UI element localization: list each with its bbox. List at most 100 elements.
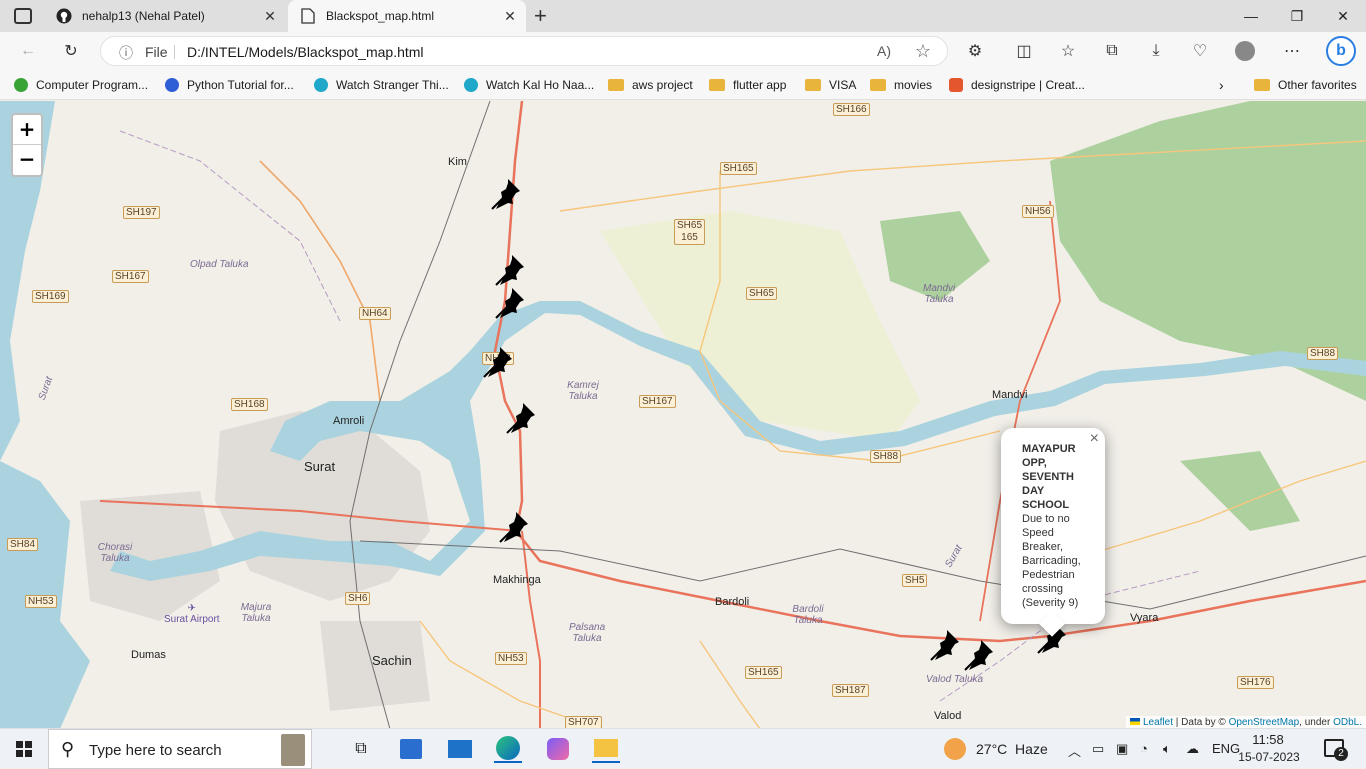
tab-title: Blackspot_map.html bbox=[326, 9, 435, 23]
more-menu-icon[interactable]: ⋯ bbox=[1281, 40, 1303, 62]
favorite-item[interactable]: Watch Kal Ho Naa... bbox=[464, 76, 594, 94]
road-shield: NH64 bbox=[359, 307, 391, 320]
airport-icon: ✈ bbox=[187, 603, 196, 614]
popup-close-button[interactable]: × bbox=[1090, 431, 1099, 447]
road-shield: SH167 bbox=[112, 270, 149, 283]
tab-actions-icon[interactable] bbox=[14, 8, 32, 24]
volume-icon[interactable]: 🔈︎ bbox=[1163, 741, 1171, 757]
store-icon[interactable] bbox=[397, 735, 425, 763]
downloads-icon[interactable]: ⤓ bbox=[1145, 40, 1167, 62]
osm-link[interactable]: OpenStreetMap bbox=[1229, 717, 1300, 728]
cloud-icon[interactable]: ☁ bbox=[1186, 741, 1199, 757]
other-favorites[interactable]: Other favorites bbox=[1254, 76, 1357, 94]
leaflet-link[interactable]: Leaflet bbox=[1143, 717, 1173, 728]
pushpin-icon[interactable] bbox=[494, 284, 530, 320]
task-view-icon[interactable]: ⧉ bbox=[347, 735, 375, 763]
meet-icon[interactable]: ▣ bbox=[1116, 741, 1128, 757]
taluka-label: Kamrej Taluka bbox=[567, 380, 599, 402]
search-highlight-icon bbox=[281, 734, 305, 766]
read-aloud-icon[interactable]: A) bbox=[877, 43, 891, 59]
odbl-link[interactable]: ODbL. bbox=[1333, 717, 1362, 728]
close-tab-icon[interactable]: ✕ bbox=[502, 8, 518, 24]
favorite-item[interactable]: Computer Program... bbox=[14, 76, 148, 94]
restore-icon[interactable]: ❐ bbox=[1274, 0, 1320, 32]
pushpin-icon[interactable] bbox=[494, 251, 530, 287]
chevron-right-icon[interactable]: › bbox=[1219, 76, 1224, 94]
extensions-icon[interactable]: ⚙ bbox=[964, 40, 986, 62]
pushpin-icon[interactable] bbox=[490, 175, 526, 211]
favorite-item[interactable]: aws project bbox=[608, 76, 693, 94]
mail-icon[interactable] bbox=[446, 735, 474, 763]
clock-time[interactable]: 11:58 bbox=[1250, 732, 1286, 747]
weather-icon[interactable] bbox=[944, 738, 966, 760]
favorite-item[interactable]: flutter app bbox=[709, 76, 786, 94]
leaflet-flag-icon bbox=[1130, 718, 1141, 725]
road-shield: NH53 bbox=[495, 652, 527, 665]
taluka-label: Mandvi Taluka bbox=[923, 283, 956, 305]
favorite-item[interactable]: Python Tutorial for... bbox=[165, 76, 294, 94]
taluka-label: Palsana Taluka bbox=[569, 622, 606, 644]
road-shield: SH5 bbox=[902, 574, 928, 587]
windows-start-icon[interactable] bbox=[16, 741, 32, 757]
favorite-item[interactable]: Watch Stranger Thi... bbox=[314, 76, 449, 94]
play-icon bbox=[314, 78, 328, 92]
pushpin-icon[interactable] bbox=[498, 508, 534, 544]
python-icon bbox=[165, 78, 179, 92]
minimize-icon[interactable]: — bbox=[1228, 0, 1274, 32]
pushpin-icon[interactable] bbox=[929, 626, 965, 662]
taskbar-search[interactable]: ⚲ Type here to search bbox=[48, 729, 312, 769]
tab-github[interactable]: nehalp13 (Nehal Patel) ✕ bbox=[44, 0, 286, 32]
close-tab-icon[interactable]: ✕ bbox=[262, 8, 278, 24]
favorites-icon[interactable]: ☆ bbox=[1057, 40, 1079, 62]
address-bar[interactable]: ⓘ File D:/INTEL/Models/Blackspot_map.htm… bbox=[100, 36, 948, 66]
popup-description: Due to no Speed Breaker, Barricading, Pe… bbox=[1022, 513, 1081, 609]
edge-icon[interactable] bbox=[494, 735, 522, 763]
clock-date[interactable]: 15-07-2023 bbox=[1238, 750, 1300, 764]
close-window-icon[interactable]: ✕ bbox=[1320, 0, 1366, 32]
weather-text[interactable]: 27°C Haze bbox=[976, 741, 1048, 757]
divider bbox=[174, 45, 175, 59]
back-icon[interactable]: ← bbox=[17, 40, 39, 62]
taluka-label: Olpad Taluka bbox=[190, 259, 249, 270]
language-indicator[interactable]: ENG bbox=[1212, 741, 1240, 756]
pushpin-icon[interactable] bbox=[482, 343, 518, 379]
road-shield: SH88 bbox=[870, 450, 902, 463]
profile-avatar[interactable] bbox=[1234, 40, 1256, 62]
info-icon[interactable]: ⓘ bbox=[119, 43, 133, 63]
city-label: Surat bbox=[304, 459, 336, 474]
road-shield: SH197 bbox=[123, 206, 160, 219]
favorite-item[interactable]: designstripe | Creat... bbox=[949, 76, 1085, 94]
blackspot-popup: × MAYAPUR OPP, SEVENTH DAY SCHOOL Due to… bbox=[1001, 428, 1105, 637]
folder-icon bbox=[1254, 79, 1270, 91]
taluka-label: Bardoli Taluka bbox=[792, 604, 824, 626]
taluka-label: Majura Taluka bbox=[240, 602, 272, 624]
wifi-icon[interactable]: ◔ bbox=[1140, 741, 1148, 756]
battery-icon[interactable]: ▭ bbox=[1092, 741, 1104, 757]
tab-blackspot[interactable]: Blackspot_map.html ✕ bbox=[288, 0, 526, 32]
search-icon: ⚲ bbox=[61, 739, 75, 759]
favorite-star-icon[interactable]: ☆ bbox=[915, 41, 931, 62]
zoom-in-button[interactable]: + bbox=[13, 115, 41, 145]
github-icon bbox=[56, 8, 72, 24]
road-shield: SH169 bbox=[32, 290, 69, 303]
url-text[interactable]: D:/INTEL/Models/Blackspot_map.html bbox=[187, 44, 424, 60]
app-icon[interactable] bbox=[544, 735, 572, 763]
split-screen-icon[interactable]: ◫ bbox=[1013, 40, 1035, 62]
road-shield: SH166 bbox=[833, 103, 870, 116]
zoom-out-button[interactable]: − bbox=[13, 145, 41, 175]
leaflet-map[interactable]: SH166 SH165 SH65 165 SH197 SH167 SH169 NH… bbox=[0, 101, 1366, 729]
road-shield: SH176 bbox=[1237, 676, 1274, 689]
road-shield: SH168 bbox=[231, 398, 268, 411]
collections-icon[interactable]: ⧉ bbox=[1101, 40, 1123, 62]
taluka-label: Chorasi Taluka bbox=[97, 542, 133, 564]
bing-copilot-icon[interactable]: b bbox=[1326, 36, 1356, 66]
performance-icon[interactable]: ♡ bbox=[1189, 40, 1211, 62]
pushpin-icon[interactable] bbox=[963, 636, 999, 672]
pushpin-icon[interactable] bbox=[505, 399, 541, 435]
chevron-up-icon[interactable]: ︿ bbox=[1068, 741, 1081, 760]
favorite-item[interactable]: movies bbox=[870, 76, 932, 94]
favorite-item[interactable]: VISA bbox=[805, 76, 856, 94]
file-explorer-icon[interactable] bbox=[592, 735, 620, 763]
refresh-icon[interactable]: ↻ bbox=[60, 40, 82, 62]
new-tab-button[interactable]: + bbox=[534, 3, 547, 29]
